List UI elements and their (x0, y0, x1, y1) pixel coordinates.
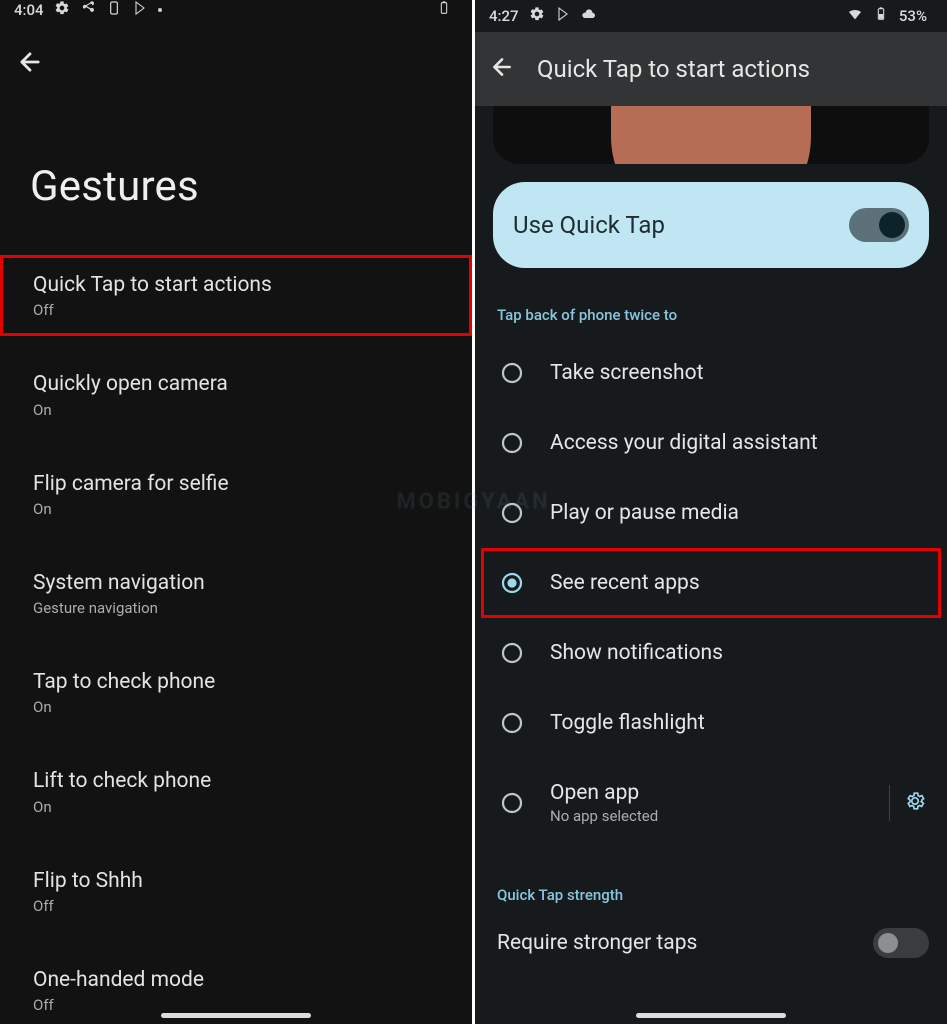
option-label: See recent apps (550, 571, 700, 595)
phone-quick-tap-detail: 4:27 53% Quick Tap to start actions (475, 0, 947, 1024)
option-label: Show notifications (550, 641, 723, 665)
radio-unselected-icon (500, 791, 524, 815)
gesture-nav-pill[interactable] (161, 1013, 311, 1018)
option-label: Play or pause media (550, 501, 739, 525)
setting-title: System navigation (33, 570, 469, 597)
status-bar: 4:27 53% (475, 0, 947, 32)
section-label-tap-back: Tap back of phone twice to (475, 268, 947, 338)
setting-title: One-handed mode (33, 967, 469, 994)
radio-unselected-icon (500, 711, 524, 735)
section-label-strength: Quick Tap strength (475, 848, 947, 918)
option-take-screenshot[interactable]: Take screenshot (481, 338, 941, 408)
device-icon (106, 0, 122, 20)
setting-quickly-open-camera[interactable]: Quickly open camera On (0, 354, 472, 435)
setting-title: Flip to Shhh (33, 868, 469, 895)
hand-illustration (611, 106, 811, 164)
app-bar: Quick Tap to start actions (475, 32, 947, 106)
gear-icon (529, 6, 545, 26)
setting-flip-camera-selfie[interactable]: Flip camera for selfie On (0, 454, 472, 535)
require-stronger-taps-label: Require stronger taps (497, 931, 697, 955)
status-time: 4:27 (489, 7, 519, 25)
cloud-icon (581, 6, 597, 26)
radio-unselected-icon (500, 361, 524, 385)
radio-selected-icon (500, 571, 524, 595)
setting-sub: On (33, 401, 469, 419)
option-see-recent-apps[interactable]: See recent apps (481, 548, 941, 618)
setting-lift-to-check[interactable]: Lift to check phone On (0, 751, 472, 832)
play-store-icon (555, 6, 571, 26)
setting-title: Tap to check phone (33, 669, 469, 696)
setting-sub: Off (33, 996, 469, 1014)
use-quick-tap-card[interactable]: Use Quick Tap (493, 182, 929, 268)
setting-system-navigation[interactable]: System navigation Gesture navigation (0, 553, 472, 634)
back-button[interactable] (489, 54, 515, 84)
setting-title: Flip camera for selfie (33, 471, 469, 498)
option-label: Toggle flashlight (550, 711, 705, 735)
battery-icon (436, 0, 452, 20)
battery-icon (873, 6, 889, 26)
radio-unselected-icon (500, 501, 524, 525)
status-time: 4:04 (14, 1, 44, 19)
setting-title: Quick Tap to start actions (33, 272, 469, 299)
use-quick-tap-toggle[interactable] (849, 208, 909, 242)
gesture-nav-pill[interactable] (636, 1013, 786, 1018)
gestures-settings-list: Quick Tap to start actions Off Quickly o… (0, 255, 472, 1024)
phone-gestures-list: 4:04 Gestures Quick Tap to sta (0, 0, 472, 1024)
open-app-settings-gear[interactable] (904, 790, 926, 816)
play-store-icon (132, 0, 148, 20)
setting-sub: On (33, 698, 469, 716)
require-stronger-taps-toggle[interactable] (873, 928, 929, 958)
setting-title: Lift to check phone (33, 768, 469, 795)
quick-tap-illustration (493, 106, 929, 164)
gear-icon (54, 0, 70, 20)
setting-tap-to-check[interactable]: Tap to check phone On (0, 652, 472, 733)
require-stronger-taps-row[interactable]: Require stronger taps (475, 918, 947, 968)
option-label: Open app (550, 781, 658, 805)
wifi-icon (847, 6, 863, 26)
setting-sub: On (33, 500, 469, 518)
option-sublabel: No app selected (550, 807, 658, 825)
page-title: Gestures (0, 88, 472, 255)
status-battery-percent: 53% (899, 7, 927, 25)
option-label: Take screenshot (550, 361, 703, 385)
setting-sub: Gesture navigation (33, 599, 469, 617)
option-play-pause-media[interactable]: Play or pause media (481, 478, 941, 548)
option-show-notifications[interactable]: Show notifications (481, 618, 941, 688)
setting-sub: On (33, 798, 469, 816)
setting-sub: Off (33, 301, 469, 319)
option-digital-assistant[interactable]: Access your digital assistant (481, 408, 941, 478)
status-bar: 4:04 (0, 0, 472, 20)
option-label: Access your digital assistant (550, 431, 818, 455)
setting-quick-tap[interactable]: Quick Tap to start actions Off (0, 255, 472, 336)
option-toggle-flashlight[interactable]: Toggle flashlight (481, 688, 941, 758)
option-open-app[interactable]: Open app No app selected (481, 758, 941, 848)
setting-flip-to-shhh[interactable]: Flip to Shhh Off (0, 851, 472, 932)
share-icon (80, 0, 96, 20)
more-dot-icon (158, 8, 162, 12)
appbar-title: Quick Tap to start actions (537, 55, 810, 83)
back-button[interactable] (0, 20, 472, 88)
divider-vertical (889, 785, 890, 821)
radio-unselected-icon (500, 431, 524, 455)
radio-unselected-icon (500, 641, 524, 665)
setting-sub: Off (33, 897, 469, 915)
setting-title: Quickly open camera (33, 371, 469, 398)
quick-tap-action-list: Take screenshot Access your digital assi… (475, 338, 947, 848)
use-quick-tap-label: Use Quick Tap (513, 211, 665, 239)
